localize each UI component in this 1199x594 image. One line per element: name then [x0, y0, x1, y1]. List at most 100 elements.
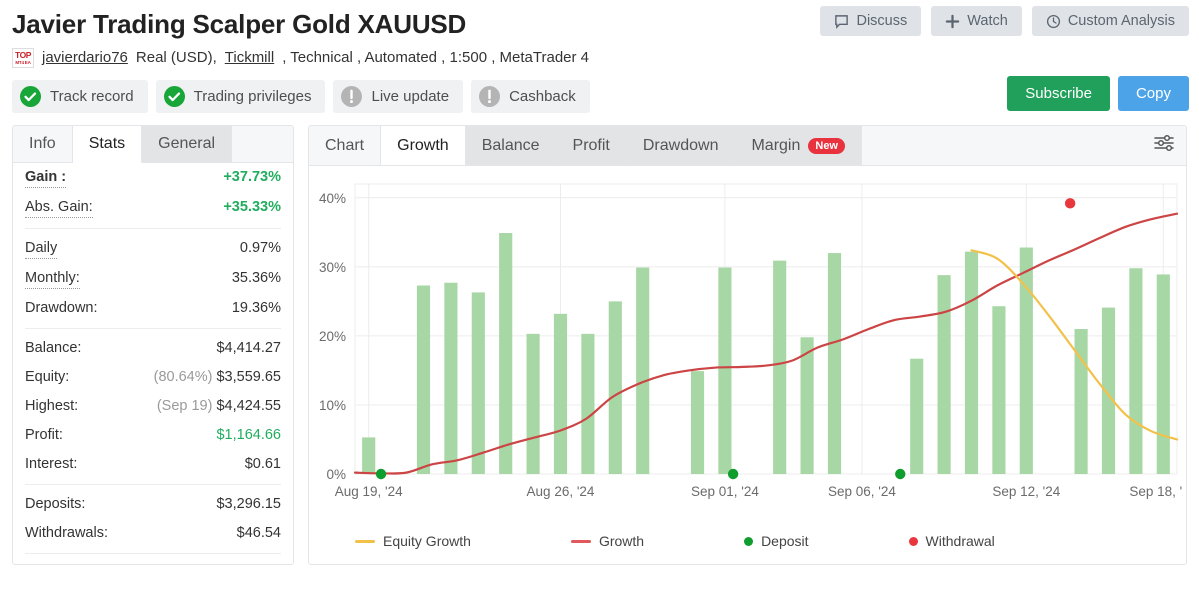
legend-item[interactable]: Growth — [570, 533, 644, 549]
marker-withdrawal — [1064, 198, 1076, 209]
x-axis-tick-label: Sep 01, '24 — [691, 484, 759, 499]
tab-growth[interactable]: Growth — [381, 126, 466, 165]
y-axis-tick-label: 40% — [319, 191, 346, 206]
legend-item[interactable]: Withdrawal — [908, 533, 995, 549]
plus-icon — [945, 14, 960, 29]
legend-dot-swatch — [908, 536, 918, 546]
top-badge-line2: MT4 EA — [15, 59, 31, 65]
subscribe-button[interactable]: Subscribe — [1007, 76, 1110, 111]
tab-drawdown[interactable]: Drawdown — [626, 126, 736, 165]
chart-bar — [690, 371, 705, 474]
tab-margin-label: Margin — [751, 136, 801, 154]
tab-margin[interactable]: Margin New — [735, 126, 862, 165]
stats-row-value: +35.33% — [223, 199, 281, 215]
comment-icon — [834, 14, 849, 29]
sliders-icon — [1152, 131, 1176, 160]
stats-divider — [25, 484, 281, 485]
account-type-text: Real (USD), — [135, 49, 217, 66]
tab-general[interactable]: General — [142, 126, 233, 162]
chart-bar — [910, 358, 924, 474]
chart-legend: Equity Growth Growth Deposit Withdrawal — [309, 533, 1186, 549]
chart-bar — [964, 251, 979, 474]
legend-line-swatch — [355, 539, 375, 543]
legend-item[interactable]: Deposit — [744, 533, 809, 549]
status-badges: Track record Trading privileges Live upd… — [12, 76, 1189, 113]
cta-buttons: Subscribe Copy — [1007, 76, 1189, 111]
stats-row-value: (Sep 19) $4,424.55 — [156, 398, 281, 414]
legend-dot-swatch — [744, 536, 754, 546]
stats-row: Abs. Gain: +35.33% — [25, 193, 281, 223]
stats-row-label: Balance: — [25, 340, 82, 356]
chart-bar — [827, 253, 842, 474]
legend-item[interactable]: Equity Growth — [355, 533, 471, 549]
status-badge-live-update[interactable]: Live update — [333, 80, 464, 113]
stats-row-label: Profit: — [25, 427, 63, 443]
stats-row-value: $0.61 — [244, 456, 281, 472]
copy-button[interactable]: Copy — [1117, 76, 1189, 111]
new-badge: New — [808, 137, 845, 154]
chart-bar — [499, 233, 513, 474]
stats-row-label: Deposits: — [25, 496, 86, 512]
stats-row-prefix: (80.64%) — [153, 369, 217, 385]
growth-chart: 0% 10% 20% 30% 40% Aug 19, '24 Aug 26, '24 Sep … — [309, 166, 1186, 564]
account-meta-row: TOP MT4 EA javierdario76 Real (USD), Tic… — [12, 48, 1187, 68]
y-axis-tick-label: 20% — [319, 329, 346, 344]
chart-bar — [362, 437, 376, 474]
stats-row-label: Updated — [25, 564, 80, 565]
tab-balance[interactable]: Balance — [465, 126, 557, 165]
discuss-button[interactable]: Discuss — [820, 6, 922, 36]
tab-stats[interactable]: Stats — [72, 126, 143, 163]
tab-chart[interactable]: Chart — [309, 126, 382, 165]
watch-button[interactable]: Watch — [931, 6, 1022, 36]
exclamation-circle-icon — [341, 86, 363, 107]
stats-row-value: (80.64%) $3,559.65 — [153, 369, 281, 385]
watch-label: Watch — [967, 13, 1008, 29]
chart-bar — [718, 267, 732, 474]
x-axis-tick-label: Aug 26, '24 — [527, 484, 595, 499]
username-link[interactable]: javierdario76 — [42, 48, 128, 68]
status-badge-cashback[interactable]: Cashback — [471, 80, 590, 113]
chart-bar — [416, 285, 431, 474]
stats-row: Balance: $4,414.27 — [25, 334, 281, 363]
stats-divider — [25, 553, 281, 554]
stats-row-value: 19.36% — [231, 300, 281, 316]
stats-row-value: $4,414.27 — [216, 340, 281, 356]
profile-page: Javier Trading Scalper Gold XAUUSD Discu… — [0, 0, 1199, 594]
clock-icon — [1046, 14, 1061, 29]
stats-row-label: Drawdown: — [25, 300, 98, 316]
stats-row-label[interactable]: Gain : — [25, 168, 67, 188]
status-badge-track-record[interactable]: Track record — [12, 80, 148, 113]
stats-row-label[interactable]: Daily — [25, 239, 58, 259]
stats-row-value: +37.73% — [223, 169, 281, 185]
account-details-text: , Technical , Automated , 1:500 , MetaTr… — [282, 49, 590, 66]
stats-row-label: Withdrawals: — [25, 525, 108, 541]
chart-bar — [773, 260, 787, 474]
stats-row: Withdrawals: $46.54 — [25, 519, 281, 548]
stats-row: Monthly: 35.36% — [25, 264, 281, 294]
check-circle-icon — [163, 86, 185, 107]
legend-label: Equity Growth — [383, 533, 471, 549]
status-badge-label: Trading privileges — [193, 88, 312, 105]
status-badge-label: Live update — [371, 88, 450, 105]
stats-row-label: Highest: — [25, 398, 79, 414]
y-axis-tick-label: 10% — [319, 398, 346, 413]
status-badge-trading-privileges[interactable]: Trading privileges — [155, 80, 326, 113]
chart-settings-button[interactable] — [1152, 126, 1176, 165]
custom-analysis-button[interactable]: Custom Analysis — [1031, 6, 1189, 36]
chart-bar — [444, 282, 458, 474]
chart-bar — [1129, 268, 1143, 474]
y-axis-tick-label: 30% — [319, 260, 346, 275]
stats-row: Interest: $0.61 — [25, 450, 281, 479]
stats-row-label[interactable]: Abs. Gain: — [25, 198, 93, 218]
chart-bar — [992, 306, 1006, 474]
stats-row: Drawdown: 19.36% — [25, 294, 281, 323]
stats-row-value: 0.97% — [239, 240, 281, 256]
status-badge-label: Cashback — [509, 88, 576, 105]
top-rank-badge-icon: TOP MT4 EA — [12, 48, 34, 68]
broker-link[interactable]: Tickmill — [225, 48, 274, 68]
tab-profit[interactable]: Profit — [556, 126, 627, 165]
stats-row-label[interactable]: Monthly: — [25, 269, 80, 289]
marker-deposit — [375, 468, 387, 480]
header-actions: Discuss Watch Custom Analysis — [820, 6, 1189, 36]
tab-info[interactable]: Info — [13, 126, 73, 162]
